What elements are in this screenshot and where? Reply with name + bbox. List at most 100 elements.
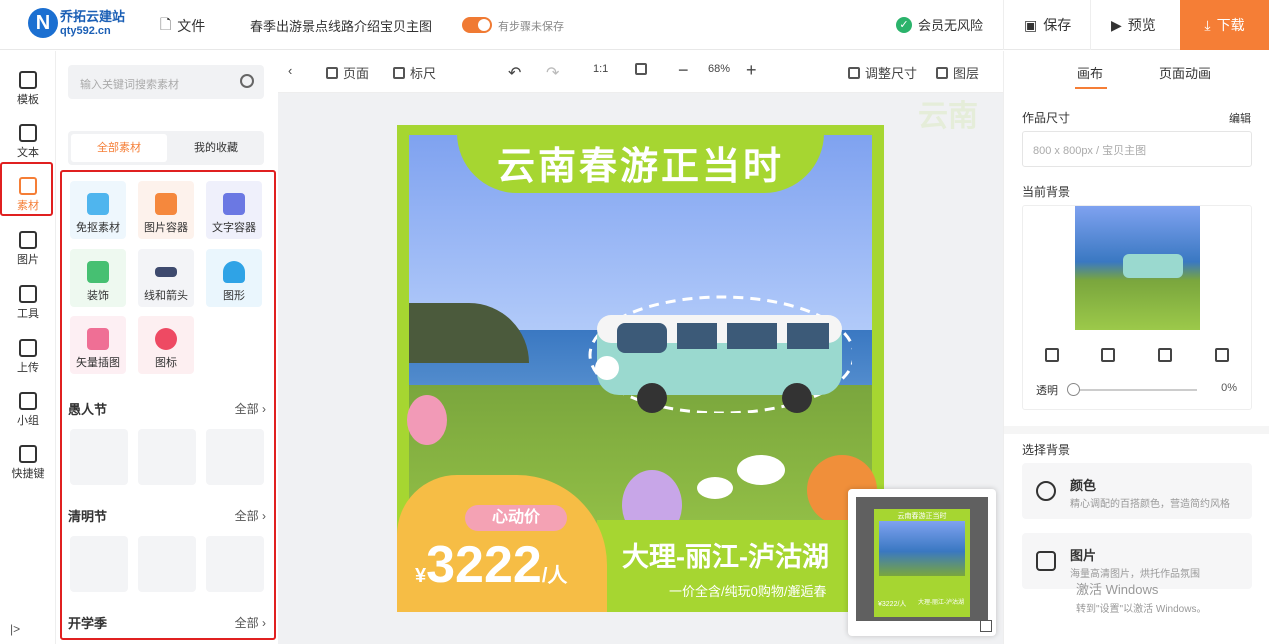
shape-icon (223, 261, 245, 283)
delete-icon[interactable] (1215, 348, 1229, 362)
ratio-button[interactable]: 1:1 (593, 63, 608, 75)
ruler-button[interactable]: 标尺 (393, 63, 436, 82)
minimap-expand-icon[interactable] (980, 620, 992, 632)
price-unit: /人 (541, 565, 568, 587)
rail-item-image[interactable]: 图片 (0, 221, 56, 271)
tile-decoration[interactable]: 装饰 (70, 249, 126, 307)
minimap-route: 大理-丽江-泸沽湖 (918, 600, 964, 606)
download-button[interactable]: ⤓ 下载 (1180, 0, 1269, 50)
zoom-in-icon[interactable]: + (746, 60, 757, 81)
logo[interactable]: N (28, 8, 58, 38)
layers-button[interactable]: 图层 (936, 63, 979, 82)
sticker-qingtuan[interactable] (70, 536, 128, 592)
sprout-icon (87, 328, 109, 350)
tile-lines-arrows[interactable]: 线和箭头 (138, 249, 194, 307)
opacity-slider-handle[interactable] (1067, 383, 1080, 396)
zoom-out-icon[interactable]: − (678, 60, 689, 81)
flip-icon[interactable] (1101, 348, 1115, 362)
route-text[interactable]: 大理-丽江-泸沽湖 (622, 535, 829, 574)
minimap[interactable]: 云南春游正当时 ¥3222/人 大理-丽江-泸沽湖 (848, 489, 996, 636)
material-panel: 输入关键词搜索素材 全部素材 我的收藏 免抠素材 图片容器 文字容器 装饰 线和… (56, 51, 278, 644)
size-field[interactable]: 800 x 800px / 宝贝主图 (1022, 131, 1252, 167)
flower-white (737, 455, 785, 485)
left-rail: 模板 文本 素材 图片 工具 上传 小组 快捷键 |> (0, 51, 56, 644)
undo-icon[interactable]: ↶ (508, 63, 521, 83)
file-menu[interactable]: 🗋 文件 (160, 14, 205, 38)
resize-button[interactable]: 调整尺寸 (848, 63, 917, 82)
opacity-slider[interactable] (1071, 389, 1197, 391)
rail-label: 上传 (17, 362, 39, 374)
page-label: 页面 (343, 66, 370, 81)
sticker-jack-in-box[interactable] (206, 429, 264, 485)
zoom-level: 68% (708, 63, 731, 75)
tab-favorites[interactable]: 我的收藏 (168, 134, 264, 162)
replace-icon[interactable] (1158, 348, 1172, 362)
autosave-toggle[interactable] (462, 17, 492, 33)
rail-item-upload[interactable]: 上传 (0, 329, 56, 379)
bg-thumbnail[interactable] (1075, 206, 1200, 330)
price-text[interactable]: ¥3222/人 (415, 535, 567, 595)
rail-item-tools[interactable]: 工具 (0, 275, 56, 325)
redo-icon[interactable]: ↷ (546, 63, 559, 83)
sticker-willow[interactable] (138, 536, 196, 592)
properties-panel: 画布 页面动画 作品尺寸 编辑 800 x 800px / 宝贝主图 当前背景 … (1003, 51, 1269, 644)
collapse-panel-icon[interactable]: ‹ (288, 63, 292, 78)
slogan-text[interactable]: 一价全含/纯玩0购物/邂逅春 (669, 581, 826, 600)
rail-item-shortcuts[interactable]: 快捷键 (0, 435, 56, 485)
tile-text-container[interactable]: 文字容器 (206, 181, 262, 239)
design-canvas[interactable]: 云南春游正当时 心动价 ¥3222/人 大理-丽江-泸沽湖 一价全含/纯玩0购物… (397, 125, 884, 612)
tile-label: 线和箭头 (144, 290, 188, 302)
ruler-icon (393, 66, 405, 79)
bg-option-title: 图片 (1070, 548, 1097, 563)
document-name[interactable]: 春季出游景点线路介绍宝贝主图 (250, 16, 432, 35)
sticker-tombstone[interactable] (206, 536, 264, 592)
tab-canvas[interactable]: 画布 (1074, 63, 1108, 89)
size-label: 作品尺寸 (1022, 111, 1071, 125)
poster-title[interactable]: 云南春游正当时 (457, 135, 824, 190)
sticker-clown-2[interactable] (138, 429, 196, 485)
tile-icons[interactable]: 图标 (138, 316, 194, 374)
preview-button[interactable]: ▶ 预览 (1090, 0, 1176, 50)
activation-line2: 转到"设置"以激活 Windows。 (1076, 604, 1207, 615)
tab-page-animation[interactable]: 页面动画 (1159, 63, 1211, 82)
collapse-icon[interactable]: |> (10, 622, 20, 636)
search-input[interactable]: 输入关键词搜索素材 (68, 65, 264, 99)
rail-item-group[interactable]: 小组 (0, 382, 56, 432)
activation-line1: 激活 Windows (1076, 582, 1159, 597)
divider (1004, 426, 1269, 434)
crop-icon[interactable] (1045, 348, 1059, 362)
tile-shapes[interactable]: 图形 (206, 249, 262, 307)
sticker-clown-1[interactable] (70, 429, 128, 485)
picture-icon (1036, 551, 1056, 571)
opacity-value: 0% (1221, 382, 1237, 394)
save-button[interactable]: ▣ 保存 (1003, 0, 1091, 50)
tile-vector-illustration[interactable]: 矢量插图 (70, 316, 126, 374)
palette-icon (1036, 481, 1056, 501)
brand-name: 乔拓云建站 (60, 9, 126, 24)
tile-label: 图标 (155, 357, 177, 369)
template-icon (19, 71, 37, 89)
tile-label: 文字容器 (212, 222, 256, 234)
flower-white-2 (697, 477, 733, 499)
rail-item-template[interactable]: 模板 (0, 61, 56, 111)
fit-screen-icon[interactable] (635, 63, 647, 75)
bg-option-color[interactable]: 颜色 精心调配的百搭颜色，营造简约风格 (1022, 463, 1252, 519)
image-icon (19, 231, 37, 249)
keyboard-icon (19, 445, 37, 463)
tile-image-container[interactable]: 图片容器 (138, 181, 194, 239)
price-tag[interactable]: 心动价 (465, 505, 567, 531)
star-icon (155, 328, 177, 350)
rail-item-text[interactable]: 文本 (0, 114, 56, 164)
cube-icon (155, 193, 177, 215)
search-icon[interactable] (240, 74, 254, 88)
page-button[interactable]: 页面 (326, 63, 369, 82)
tab-all-materials[interactable]: 全部素材 (71, 134, 167, 162)
member-status-label: 会员无风险 (918, 18, 984, 33)
tile-cutout[interactable]: 免抠素材 (70, 181, 126, 239)
section-more-school[interactable]: 全部 › (235, 614, 266, 631)
section-more-qingming[interactable]: 全部 › (235, 507, 266, 524)
opacity-label: 透明 (1036, 385, 1058, 397)
brand: 乔拓云建站 qty592.cn (60, 10, 125, 38)
edit-size-link[interactable]: 编辑 (1229, 110, 1251, 126)
section-more-aprilfools[interactable]: 全部 › (235, 400, 266, 417)
